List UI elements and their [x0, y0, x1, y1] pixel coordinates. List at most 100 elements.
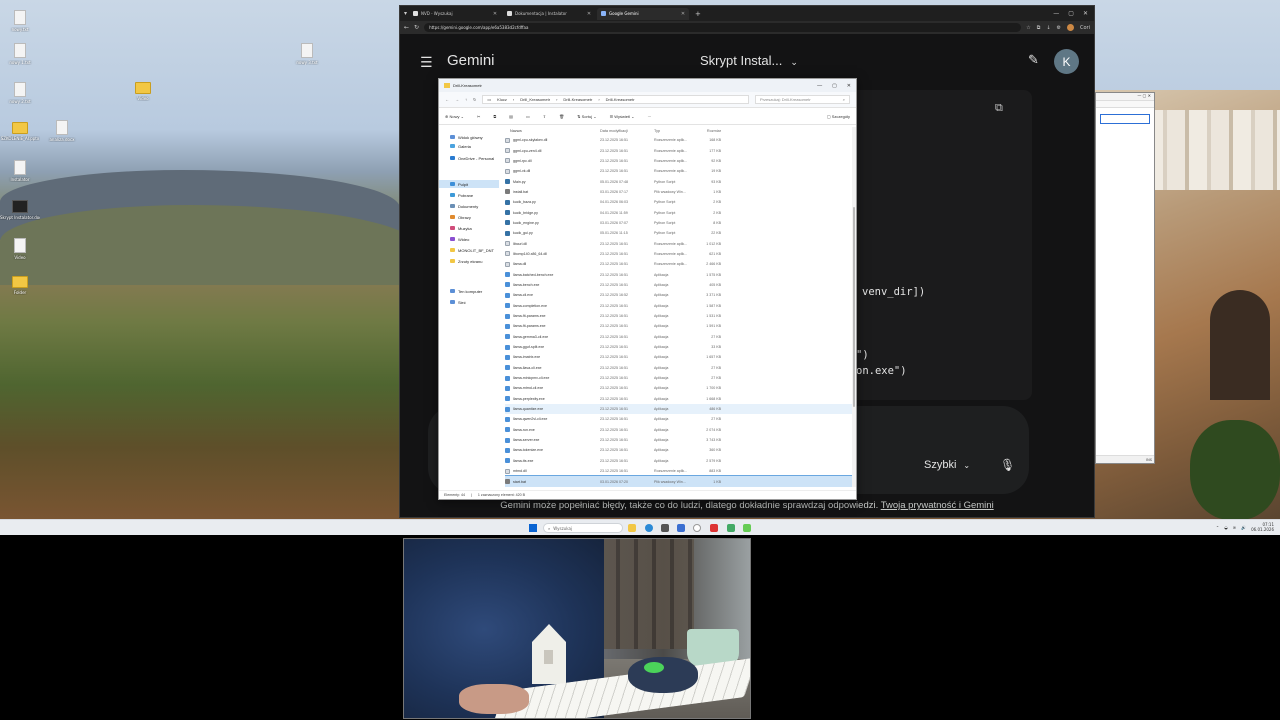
privacy-link[interactable]: Twoja prywatność i Gemini	[881, 500, 994, 511]
star-icon[interactable]: ☆	[1026, 25, 1030, 31]
back-icon[interactable]: ←	[445, 97, 449, 102]
profile-avatar[interactable]	[1067, 24, 1074, 31]
close-icon[interactable]: ✕	[1083, 10, 1088, 17]
file-row[interactable]: kucik_engine.py 03.01.2026 07:07 Python Sc…	[505, 218, 852, 228]
microphone-icon[interactable]: 🎙	[1000, 458, 1015, 472]
copy-icon[interactable]: ⧉	[493, 114, 496, 119]
window-controls[interactable]: — ▢ ✕	[1096, 93, 1154, 101]
tab-docs[interactable]: Dokumentacja | Instalator ✕	[503, 8, 595, 20]
file-row[interactable]: install.bat 03.01.2026 07:17 Plik wsadowy …	[505, 187, 852, 197]
nav-item[interactable]: Widok główny	[439, 133, 499, 141]
nav-item[interactable]: Zrzuty ekranu	[439, 257, 499, 265]
reload-icon[interactable]: ↻	[414, 24, 419, 31]
file-row[interactable]: llama-fit-params.exe 23.12.2025 16:51 Apli…	[505, 311, 852, 321]
back-icon[interactable]: ←	[404, 24, 409, 31]
breadcrumb[interactable]: ▭ Klucz › Drill_Kreasometr › Drill-Kreasom…	[482, 95, 749, 104]
model-mode-dropdown[interactable]: Szybki ⌄	[924, 459, 970, 471]
column-date[interactable]: Data modyfikacji	[600, 129, 654, 133]
clock[interactable]: 07:11 06.01.2026	[1251, 522, 1274, 532]
file-explorer-taskbar-icon[interactable]	[628, 524, 636, 532]
desktop-icon-file[interactable]: analiza.docx	[42, 120, 82, 142]
file-row[interactable]: mtmd.dll 23.12.2025 16:51 Rozszerzenie apl…	[505, 466, 852, 476]
close-icon[interactable]: ✕	[587, 11, 591, 17]
text-line[interactable]	[1100, 114, 1150, 124]
minimize-icon[interactable]: —	[1053, 10, 1059, 17]
file-row[interactable]: llama-bench.exe 23.12.2025 16:51 Aplikacja…	[505, 280, 852, 290]
avatar[interactable]: K	[1054, 49, 1079, 74]
file-explorer-window[interactable]: Drill-Kreasometr — ▢ ✕ ← → ↑ ↻ ▭ Klucz › …	[438, 78, 857, 500]
close-icon[interactable]: ✕	[493, 11, 497, 17]
file-row[interactable]: llama-tts.exe 23.12.2025 16:51 Aplikacja 2 …	[505, 456, 852, 466]
nav-item[interactable]: Galeria	[439, 142, 499, 150]
file-row[interactable]: llama-perplexity.exe 23.12.2025 16:51 Apli…	[505, 394, 852, 404]
maximize-icon[interactable]: ▢	[1068, 10, 1074, 17]
chat-title-dropdown[interactable]: Skrypt Instal... ⌄	[700, 53, 798, 68]
file-row[interactable]: llama-mtmd-cli.exe 23.12.2025 16:51 Aplika…	[505, 383, 852, 393]
desktop-icon-file[interactable]: nowy.txt	[0, 10, 40, 32]
file-row[interactable]: Main.py 05.01.2026 07:48 Python Script 93 K…	[505, 176, 852, 186]
nav-item[interactable]: OneDrive - Personal	[439, 154, 499, 162]
file-row[interactable]: llama-gemma3-cli.exe 23.12.2025 16:51 Apli…	[505, 332, 852, 342]
desktop-icon-folder[interactable]: Video	[123, 82, 163, 101]
nav-item[interactable]: MONOLIT_BF_DNT	[439, 246, 499, 254]
nav-item[interactable]: Dokumenty	[439, 202, 499, 210]
file-row[interactable]: llama-run.exe 23.12.2025 16:51 Aplikacja 2 …	[505, 425, 852, 435]
file-row[interactable]: ggml-rpc.dll 23.12.2025 16:51 Rozszerzenie…	[505, 156, 852, 166]
media-taskbar-icon[interactable]	[710, 524, 718, 532]
file-row[interactable]: llama-qwen2vl-cli.exe 23.12.2025 16:51 Apl…	[505, 414, 852, 424]
new-chat-icon[interactable]: ✎	[1028, 53, 1039, 68]
desktop-icon-file[interactable]: Instalator	[0, 160, 40, 182]
file-row[interactable]: ggml-cpu-skylakex.dll 23.12.2025 16:51 Roz…	[505, 135, 852, 145]
file-row[interactable]: ggml-cpu-zen4.dll 23.12.2025 16:51 Rozszer…	[505, 145, 852, 155]
desktop-icon-file[interactable]: nowy 1.txt	[0, 43, 40, 65]
close-icon[interactable]: ✕	[847, 83, 851, 89]
file-row[interactable]: llama.dll 23.12.2025 16:51 Rozszerzenie ap…	[505, 259, 852, 269]
file-row[interactable]: llama-server.exe 23.12.2025 16:51 Aplikacj…	[505, 435, 852, 445]
share-icon[interactable]: ⇪	[543, 114, 546, 119]
scrollbar[interactable]	[852, 127, 856, 487]
column-name[interactable]: Nazwa	[505, 129, 600, 133]
file-row[interactable]: libomp140.x86_64.dll 23.12.2025 16:51 Rozs…	[505, 249, 852, 259]
file-row[interactable]: llama-batched-bench.exe 23.12.2025 16:51 A…	[505, 269, 852, 279]
file-row[interactable]: kucik_baza.py 04.01.2026 06:03 Python Scri…	[505, 197, 852, 207]
nav-item[interactable]: Pulpit	[439, 180, 499, 188]
minimize-icon[interactable]: —	[817, 83, 822, 89]
view-button[interactable]: ☰ Wyświetl ⌄	[610, 114, 635, 119]
file-row[interactable]: llama-quantize.exe 23.12.2025 16:51 Aplika…	[505, 403, 852, 415]
mail-taskbar-icon[interactable]	[677, 524, 685, 532]
nav-item[interactable]: Wideo	[439, 235, 499, 243]
file-row[interactable]: llama-llava-cli.exe 23.12.2025 16:51 Aplik…	[505, 363, 852, 373]
volume-icon[interactable]: 🔊	[1241, 525, 1246, 530]
address-bar[interactable]: https://gemini.google.com/app/e6a5383d2c…	[424, 23, 1022, 32]
nav-item[interactable]: Ten komputer	[439, 287, 499, 295]
new-button[interactable]: ⊕ Nowy ⌄	[445, 114, 464, 119]
up-icon[interactable]: ↑	[465, 97, 467, 102]
menu-bar[interactable]	[1096, 101, 1154, 108]
rename-icon[interactable]: ▭	[526, 114, 530, 119]
nav-item[interactable]: Obrazy	[439, 213, 499, 221]
notepad-taskbar-icon[interactable]	[743, 524, 751, 532]
desktop-icon-file[interactable]: Video	[0, 238, 40, 260]
copy-icon[interactable]: ⧉	[995, 101, 1003, 115]
desktop-icon-app[interactable]: Skrypt Instalator.docx	[0, 200, 40, 220]
menu-icon[interactable]: ☰	[420, 55, 433, 71]
chevron-up-icon[interactable]: ⌃	[1216, 525, 1219, 530]
maximize-icon[interactable]: ▢	[832, 83, 837, 89]
file-row[interactable]: llama-minicpmv-cli.exe 23.12.2025 16:51 Ap…	[505, 373, 852, 383]
wifi-icon[interactable]: ≋	[1233, 525, 1236, 530]
new-tab-button[interactable]: +	[691, 10, 705, 18]
file-row[interactable]: llama-tokenize.exe 23.12.2025 16:51 Aplika…	[505, 445, 852, 455]
extensions-icon[interactable]: ⧉	[1037, 25, 1041, 31]
file-row[interactable]: llama-completion.exe 23.12.2025 16:51 Apli…	[505, 301, 852, 311]
cut-icon[interactable]: ✂	[477, 114, 480, 119]
tab-gemini[interactable]: Google Gemini ✕	[597, 7, 690, 20]
file-row[interactable]: llama-gguf-split.exe 23.12.2025 16:51 Apli…	[505, 342, 852, 352]
settings-icon[interactable]: ⚙	[1057, 25, 1061, 31]
nav-item[interactable]: Muzyka	[439, 224, 499, 232]
file-row[interactable]: libcurl.dll 23.12.2025 16:51 Rozszerzenie …	[505, 238, 852, 248]
refresh-icon[interactable]: ↻	[473, 97, 476, 102]
file-row[interactable]: start.bat 03.01.2026 07:20 Plik wsadowy Wi…	[505, 475, 852, 487]
desktop-icon-file[interactable]: nowy 3.txt	[287, 43, 327, 65]
desktop-icon-folder[interactable]: SZKOLENIE_AI.pptx	[0, 122, 40, 141]
file-row[interactable]: kucik_bridge.py 04.01.2026 11:59 Python Sc…	[505, 207, 852, 217]
